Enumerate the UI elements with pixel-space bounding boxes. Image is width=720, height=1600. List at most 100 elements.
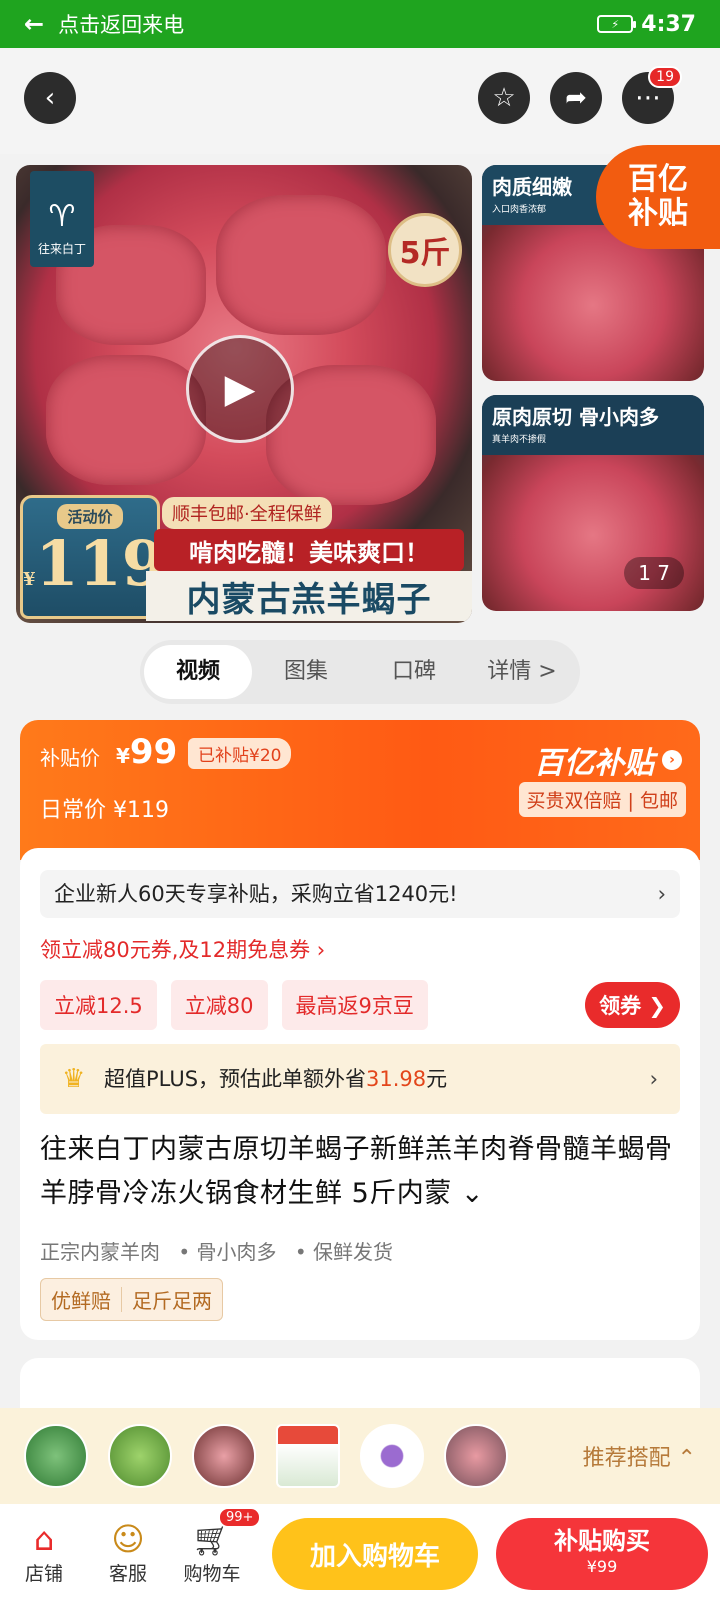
side2-sub-text: 真羊肉不掺假 bbox=[492, 435, 547, 445]
product-title[interactable]: 往来白丁内蒙古原切羊蝎子新鲜羔羊肉脊骨髓羊蝎骨羊脖骨冷冻火锅食材生鲜 5斤内蒙 … bbox=[40, 1128, 686, 1216]
clock: 4:37 bbox=[641, 11, 696, 37]
service-label: 客服 bbox=[108, 1562, 147, 1585]
ram-logo-icon: ♈ bbox=[48, 199, 76, 234]
already-subsidized-tag: 已补贴¥20 bbox=[188, 738, 292, 769]
guarantee-tag: 买贵双倍赔 | 包邮 bbox=[518, 782, 686, 817]
activity-price-value: ¥119 bbox=[23, 529, 165, 615]
tab-gallery[interactable]: 图集 bbox=[252, 645, 360, 699]
page-indicator: 1 7 bbox=[624, 557, 684, 589]
chevron-right-icon: › bbox=[662, 750, 682, 770]
meat-image-part bbox=[46, 355, 206, 485]
share-button[interactable]: ➦ bbox=[550, 72, 602, 124]
service-badge: 优鲜赔 bbox=[51, 1289, 111, 1313]
chevron-right-icon: › bbox=[657, 882, 666, 906]
meat-image-part bbox=[216, 195, 386, 335]
tab-video[interactable]: 视频 bbox=[144, 645, 252, 699]
slogan-banner: 啃肉吃髓！美味爽口！ bbox=[154, 529, 464, 571]
store-label: 店铺 bbox=[24, 1562, 63, 1585]
customer-service-button[interactable]: ☺ 客服 bbox=[86, 1519, 170, 1586]
buy-now-label: 补贴购买 bbox=[554, 1527, 650, 1555]
subsidy-corner-line1: 百亿 bbox=[628, 162, 688, 197]
plus-amount: 31.98 bbox=[366, 1067, 427, 1091]
recommend-item[interactable] bbox=[444, 1424, 508, 1488]
subsidy-brand-text: 百亿补贴 bbox=[534, 746, 654, 781]
main-product-image[interactable]: ♈ 往来白丁 5斤 ▶ 活动价 ¥119 顺丰包邮·全程保鲜 啃肉吃髓！美味爽口… bbox=[16, 165, 472, 623]
add-to-cart-button[interactable]: 加入购物车 bbox=[272, 1518, 478, 1590]
recommend-item[interactable] bbox=[276, 1424, 340, 1488]
cart-badge: 99+ bbox=[218, 1506, 262, 1528]
favorite-button[interactable]: ☆ bbox=[478, 72, 530, 124]
side-image-2-caption: 原肉原切 骨小肉多 真羊肉不掺假 bbox=[482, 395, 704, 455]
side2-caption-text: 原肉原切 骨小肉多 bbox=[492, 405, 659, 429]
store-icon: ⌂ bbox=[33, 1519, 55, 1558]
recommend-item[interactable] bbox=[24, 1424, 88, 1488]
recommend-item[interactable] bbox=[192, 1424, 256, 1488]
coupon-item[interactable]: 最高返9京豆 bbox=[281, 980, 428, 1030]
tab-reviews[interactable]: 口碑 bbox=[360, 645, 468, 699]
more-button[interactable]: ⋯ 19 bbox=[622, 66, 682, 124]
cart-button[interactable]: 🛒︎ 99+ 购物车 bbox=[170, 1506, 262, 1586]
service-icon: ☺ bbox=[111, 1519, 145, 1558]
recommend-strip: 推荐搭配 ⌃ bbox=[0, 1408, 720, 1504]
coupon-list: 立减12.5 立减80 最高返9京豆 bbox=[40, 980, 428, 1030]
feature-item: • 骨小肉多 bbox=[178, 1240, 277, 1264]
share-icon: ➦ bbox=[565, 83, 587, 113]
battery-icon: ⚡ bbox=[597, 15, 637, 33]
coupon-link[interactable]: 领立减80元券,及12期免息券 › bbox=[40, 934, 325, 964]
plus-savings-bar[interactable]: ♛ 超值PLUS，预估此单额外省31.98元 › bbox=[40, 1044, 680, 1114]
product-gallery: ♈ 往来白丁 5斤 ▶ 活动价 ¥119 顺丰包邮·全程保鲜 啃肉吃髓！美味爽口… bbox=[0, 145, 720, 623]
status-bar: ← 点击返回来电 ⚡ 4:37 bbox=[0, 0, 720, 48]
brand-logo-text: 往来白丁 bbox=[37, 242, 86, 256]
side1-caption-text: 肉质细嫩 bbox=[492, 175, 572, 199]
recommend-toggle[interactable]: 推荐搭配 ⌃ bbox=[583, 1440, 696, 1472]
service-badges[interactable]: 优鲜赔 足斤足两 bbox=[40, 1278, 223, 1321]
back-arrow-icon[interactable]: ← bbox=[24, 10, 44, 38]
top-nav: ‹ ☆ ➦ ⋯ 19 bbox=[0, 48, 720, 154]
coupon-item[interactable]: 立减80 bbox=[170, 980, 268, 1030]
subsidy-price: ¥99 bbox=[116, 732, 177, 772]
more-badge: 19 bbox=[648, 66, 682, 88]
feature-list: 正宗内蒙羊肉 • 骨小肉多 • 保鲜发货 bbox=[40, 1236, 405, 1265]
chevron-left-icon: ‹ bbox=[44, 83, 56, 113]
subsidy-corner-line2: 补贴 bbox=[628, 196, 688, 231]
media-tabs: 视频 图集 口碑 详情 > bbox=[140, 640, 580, 704]
subsidy-price-number: 99 bbox=[129, 732, 178, 772]
service-badge: 足斤足两 bbox=[132, 1289, 212, 1313]
crown-icon: ♛ bbox=[62, 1064, 86, 1094]
chevron-right-icon: › bbox=[649, 1067, 658, 1091]
subsidy-price-label: 补贴价 bbox=[40, 746, 100, 770]
coupon-item[interactable]: 立减12.5 bbox=[40, 980, 157, 1030]
tab-details[interactable]: 详情 > bbox=[468, 645, 576, 699]
play-icon: ▶ bbox=[224, 366, 256, 412]
product-banner: 内蒙古羔羊蝎子 bbox=[146, 571, 472, 621]
side-image-2[interactable]: 原肉原切 骨小肉多 真羊肉不掺假 1 7 bbox=[482, 395, 704, 611]
recommend-item[interactable] bbox=[360, 1424, 424, 1488]
subsidy-corner-badge: 百亿 补贴 bbox=[596, 145, 720, 249]
recommend-item[interactable] bbox=[108, 1424, 172, 1488]
plus-suffix: 元 bbox=[426, 1067, 448, 1091]
price-currency: ¥ bbox=[23, 569, 36, 590]
shipping-promo: 顺丰包邮·全程保鲜 bbox=[162, 497, 332, 529]
return-call-text[interactable]: 点击返回来电 bbox=[58, 9, 184, 39]
back-button[interactable]: ‹ bbox=[24, 72, 76, 124]
weight-tag: 5斤 bbox=[388, 213, 462, 287]
new-user-banner[interactable]: 企业新人60天专享补贴，采购立省1240元! › bbox=[40, 870, 680, 918]
subsidy-currency: ¥ bbox=[116, 744, 130, 768]
feature-item: • 保鲜发货 bbox=[294, 1240, 394, 1264]
activity-price-badge: 活动价 ¥119 bbox=[20, 495, 165, 619]
daily-price: 日常价 ¥119 bbox=[40, 798, 169, 823]
bottom-action-bar: ⌂ 店铺 ☺ 客服 🛒︎ 99+ 购物车 加入购物车 补贴购买 ¥99 bbox=[0, 1504, 720, 1600]
buy-now-price: ¥99 bbox=[586, 1557, 618, 1576]
product-info-card: 企业新人60天专享补贴，采购立省1240元! › 领立减80元券,及12期免息券… bbox=[20, 848, 700, 1340]
get-coupon-button[interactable]: 领券 ❯ bbox=[585, 982, 680, 1028]
play-video-button[interactable]: ▶ bbox=[186, 335, 294, 443]
cart-label: 购物车 bbox=[183, 1562, 241, 1585]
star-icon: ☆ bbox=[492, 83, 516, 113]
subsidy-brand-link[interactable]: 百亿补贴 › bbox=[534, 738, 682, 782]
store-button[interactable]: ⌂ 店铺 bbox=[2, 1519, 86, 1586]
buy-now-button[interactable]: 补贴购买 ¥99 bbox=[496, 1518, 708, 1590]
feature-item: 正宗内蒙羊肉 bbox=[40, 1240, 160, 1264]
brand-logo: ♈ 往来白丁 bbox=[30, 171, 94, 267]
status-right: ⚡ 4:37 bbox=[597, 12, 696, 37]
activity-price-label: 活动价 bbox=[57, 504, 123, 529]
